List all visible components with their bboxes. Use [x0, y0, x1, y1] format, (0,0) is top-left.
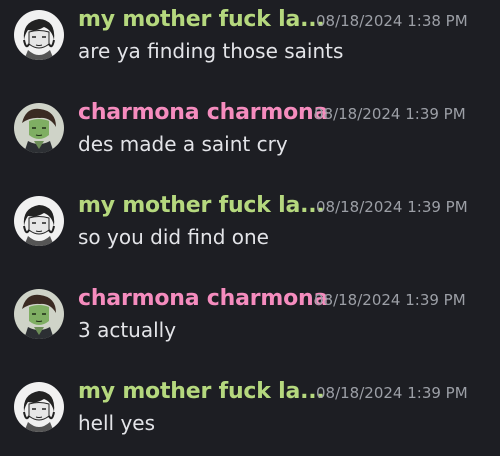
chat-message: charmona charmona 08/18/2024 1:39 PM des…	[0, 97, 500, 177]
avatar-image	[14, 10, 64, 60]
message-content: des made a saint cry	[78, 132, 288, 156]
user-avatar-green[interactable]	[14, 289, 64, 339]
message-content: 3 actually	[78, 318, 177, 342]
chat-message: charmona charmona 08/18/2024 1:39 PM 3 a…	[0, 283, 500, 363]
username[interactable]: my mother fuck la...	[78, 190, 325, 222]
avatar-image	[14, 289, 64, 339]
username[interactable]: charmona charmona	[78, 97, 328, 129]
timestamp: 08/18/2024 1:39 PM	[316, 198, 468, 216]
message-content: so you did find one	[78, 225, 269, 249]
chat-message: my mother fuck la... 08/18/2024 1:39 PM …	[0, 376, 500, 456]
username[interactable]: my mother fuck la...	[78, 376, 325, 408]
username[interactable]: my mother fuck la...	[78, 4, 325, 36]
user-avatar-green[interactable]	[14, 103, 64, 153]
chat-message: my mother fuck la... 08/18/2024 1:38 PM …	[0, 4, 500, 84]
message-content: are ya finding those saints	[78, 39, 344, 63]
username[interactable]: charmona charmona	[78, 283, 328, 315]
timestamp: 08/18/2024 1:39 PM	[316, 384, 468, 402]
chat-message: my mother fuck la... 08/18/2024 1:39 PM …	[0, 190, 500, 270]
avatar-image	[14, 196, 64, 246]
avatar-image	[14, 382, 64, 432]
user-avatar-sketch[interactable]	[14, 10, 64, 60]
timestamp: 08/18/2024 1:38 PM	[316, 12, 468, 30]
avatar-image	[14, 103, 64, 153]
user-avatar-sketch[interactable]	[14, 382, 64, 432]
timestamp: 08/18/2024 1:39 PM	[314, 105, 466, 123]
message-content: hell yes	[78, 411, 156, 435]
user-avatar-sketch[interactable]	[14, 196, 64, 246]
timestamp: 08/18/2024 1:39 PM	[314, 291, 466, 309]
